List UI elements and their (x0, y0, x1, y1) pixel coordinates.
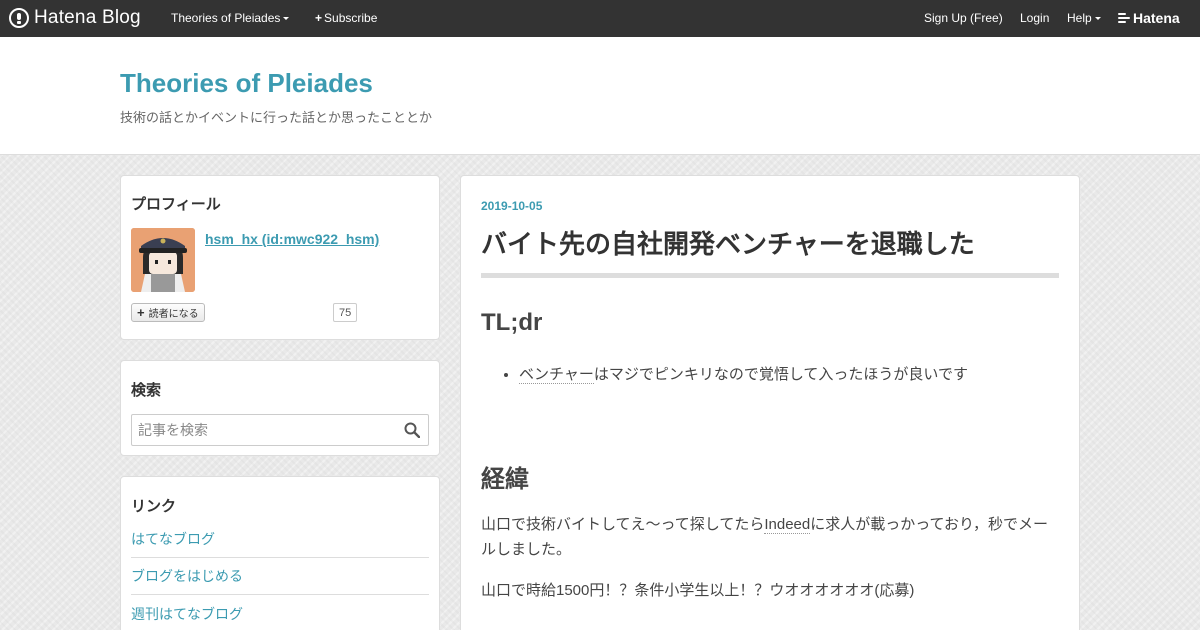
hatena-bars-icon (1118, 11, 1130, 25)
profile-module: プロフィール hsm_hx (id:mwc922_hsm) + 読者になる 75 (120, 175, 440, 340)
profile-name-link[interactable]: hsm_hx (id:mwc922_hsm) (205, 231, 379, 247)
paragraph: 山口で時給1500円！？条件小学生以上！？ウオオオオオオ(応募) (481, 582, 915, 599)
global-header: Hatena Blog Theories of Pleiades + Subscr… (0, 0, 1200, 37)
blog-menu-dropdown[interactable]: Theories of Pleiades (171, 11, 290, 25)
hatena-blog-logo-text: Hatena Blog (34, 7, 141, 28)
subscribe-label: Subscribe (324, 11, 378, 25)
hatena-logo-text: Hatena (1133, 10, 1180, 26)
subscribe-button[interactable]: + Subscribe (315, 11, 377, 25)
plus-icon: + (137, 305, 145, 320)
search-input[interactable] (132, 415, 400, 445)
subscribe-reader-button[interactable]: + 読者になる (131, 303, 205, 322)
avatar-illustration (131, 228, 195, 292)
entry-article: 2019-10-05 バイト先の自社開発ベンチャーを退職した TL;dr ベンチ… (460, 175, 1080, 630)
blog-description: 技術の話とかイベントに行った話とか思ったこととか (120, 110, 433, 125)
search-module-title: 検索 (131, 382, 162, 399)
section-heading-background: 経緯 (481, 466, 529, 493)
caret-down-icon (283, 17, 290, 21)
profile-module-title: プロフィール (131, 196, 221, 213)
links-module: リンク はてなブログ ブログをはじめる 週刊はてなブログ (120, 476, 440, 630)
link-item-weekly-hatena-blog[interactable]: 週刊はてなブログ (131, 595, 429, 630)
link-item-start-blog[interactable]: ブログをはじめる (131, 558, 429, 595)
help-dropdown[interactable]: Help (1067, 11, 1101, 25)
keyword-link-venture[interactable]: ベンチャー (519, 366, 594, 384)
link-item-hatena-blog[interactable]: はてなブログ (131, 521, 429, 558)
search-icon[interactable] (404, 422, 420, 438)
entry-title[interactable]: バイト先の自社開発ベンチャーを退職した (481, 224, 1059, 278)
search-module: 検索 (120, 360, 440, 456)
blog-menu-label: Theories of Pleiades (171, 11, 281, 25)
hatena-blog-logo[interactable]: Hatena Blog (9, 7, 141, 29)
hatena-logo[interactable]: Hatena (1118, 10, 1180, 26)
reader-count-badge[interactable]: 75 (333, 303, 358, 322)
tldr-list: ベンチャーはマジでピンキリなので覚悟して入ったほうが良いです (501, 363, 968, 384)
signup-link[interactable]: Sign Up (Free) (924, 11, 1003, 25)
avatar[interactable] (131, 228, 195, 292)
paragraph-text: 山口で技術バイトしてえ～って探してたら (481, 516, 765, 533)
blog-title-link[interactable]: Theories of Pleiades (120, 68, 373, 99)
caret-down-icon (1094, 17, 1101, 21)
links-module-title: リンク (131, 498, 177, 515)
hatena-blog-logo-icon (9, 8, 29, 28)
search-box (131, 414, 429, 446)
paragraph: 山口で技術バイトしてえ～って探してたらIndeedに求人が載っかっており，秒でメ… (481, 512, 1059, 562)
list-item-text: はマジでピンキリなので覚悟して入ったほうが良いです (593, 366, 968, 383)
list-item: ベンチャーはマジでピンキリなので覚悟して入ったほうが良いです (519, 363, 968, 384)
login-link[interactable]: Login (1020, 11, 1049, 25)
keyword-link-indeed[interactable]: Indeed (764, 516, 811, 534)
reader-button-label: 読者になる (148, 309, 199, 320)
plus-icon: + (315, 11, 323, 25)
link-list: はてなブログ ブログをはじめる 週刊はてなブログ (131, 521, 429, 630)
section-heading-tldr: TL;dr (481, 309, 543, 336)
entry-date-link[interactable]: 2019-10-05 (481, 199, 542, 213)
help-label: Help (1067, 11, 1092, 25)
blog-header: Theories of Pleiades 技術の話とかイベントに行った話とか思っ… (0, 37, 1200, 155)
